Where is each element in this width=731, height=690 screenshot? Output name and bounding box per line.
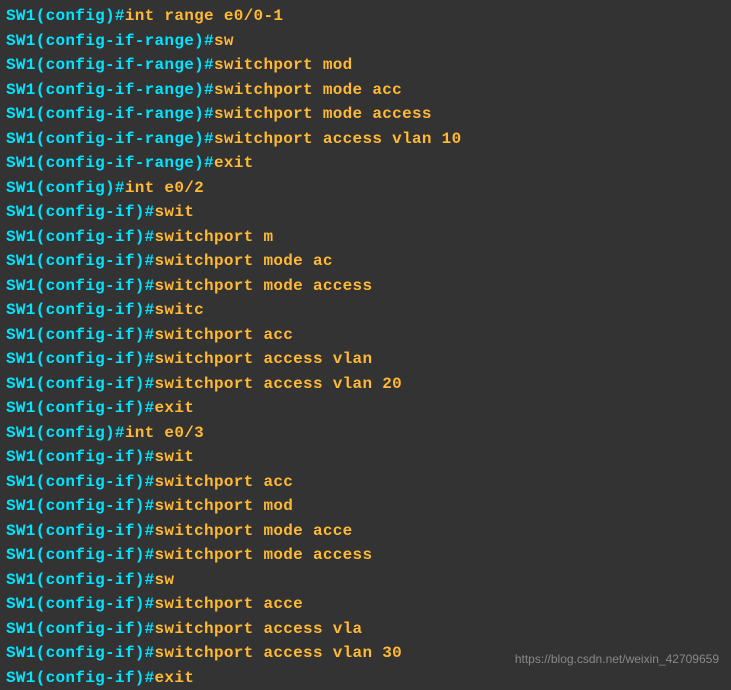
terminal-command: switchport access vlan 20 (155, 375, 403, 393)
terminal-line: SW1(config-if)#switchport mod (6, 494, 725, 519)
terminal-prompt: SW1(config-if)# (6, 277, 155, 295)
terminal-prompt: SW1(config-if)# (6, 473, 155, 491)
terminal-line: SW1(config)#int range e0/0-1 (6, 4, 725, 29)
terminal-prompt: SW1(config-if-range)# (6, 130, 214, 148)
terminal-line: SW1(config-if)#switchport mode ac (6, 249, 725, 274)
terminal-line: SW1(config)#int e0/3 (6, 421, 725, 446)
terminal-command: exit (155, 669, 195, 687)
terminal-command: int e0/3 (125, 424, 204, 442)
terminal-prompt: SW1(config-if-range)# (6, 56, 214, 74)
terminal-prompt: SW1(config-if)# (6, 399, 155, 417)
watermark-text: https://blog.csdn.net/weixin_42709659 (515, 652, 719, 666)
terminal-command: switchport access vla (155, 620, 363, 638)
terminal-line: SW1(config-if)#exit (6, 396, 725, 421)
terminal-command: switchport acc (155, 473, 294, 491)
terminal-command: switchport mode access (155, 546, 373, 564)
terminal-line: SW1(config-if)#exit (6, 666, 725, 690)
terminal-prompt: SW1(config-if-range)# (6, 81, 214, 99)
terminal-line: SW1(config-if)#swit (6, 200, 725, 225)
terminal-command: switchport mode access (214, 105, 432, 123)
terminal-command: switchport mod (214, 56, 353, 74)
terminal-prompt: SW1(config-if)# (6, 203, 155, 221)
terminal-output: SW1(config)#int range e0/0-1SW1(config-i… (6, 4, 725, 690)
terminal-line: SW1(config-if)#switchport acce (6, 592, 725, 617)
terminal-prompt: SW1(config-if)# (6, 375, 155, 393)
terminal-line: SW1(config-if)#switchport m (6, 225, 725, 250)
terminal-command: int e0/2 (125, 179, 204, 197)
terminal-line: SW1(config-if)#sw (6, 568, 725, 593)
terminal-prompt: SW1(config-if)# (6, 620, 155, 638)
terminal-prompt: SW1(config-if)# (6, 571, 155, 589)
terminal-line: SW1(config-if-range)#exit (6, 151, 725, 176)
terminal-command: sw (214, 32, 234, 50)
terminal-line: SW1(config-if)#switchport mode access (6, 274, 725, 299)
terminal-line: SW1(config-if)#switchport acc (6, 470, 725, 495)
terminal-command: switchport access vlan 10 (214, 130, 462, 148)
terminal-line: SW1(config-if)#switc (6, 298, 725, 323)
terminal-line: SW1(config-if)#switchport access vlan (6, 347, 725, 372)
terminal-prompt: SW1(config-if)# (6, 669, 155, 687)
terminal-line: SW1(config-if)#switchport mode acce (6, 519, 725, 544)
terminal-prompt: SW1(config-if)# (6, 497, 155, 515)
terminal-prompt: SW1(config)# (6, 424, 125, 442)
terminal-line: SW1(config-if-range)#sw (6, 29, 725, 54)
terminal-prompt: SW1(config-if)# (6, 644, 155, 662)
terminal-prompt: SW1(config-if)# (6, 252, 155, 270)
terminal-prompt: SW1(config-if)# (6, 326, 155, 344)
terminal-line: SW1(config-if)#swit (6, 445, 725, 470)
terminal-command: exit (214, 154, 254, 172)
terminal-line: SW1(config-if)#switchport acc (6, 323, 725, 348)
terminal-command: switchport m (155, 228, 274, 246)
terminal-prompt: SW1(config-if-range)# (6, 32, 214, 50)
terminal-command: sw (155, 571, 175, 589)
terminal-command: switchport acc (155, 326, 294, 344)
terminal-prompt: SW1(config-if)# (6, 448, 155, 466)
terminal-line: SW1(config-if-range)#switchport access v… (6, 127, 725, 152)
terminal-command: switchport access vlan 30 (155, 644, 403, 662)
terminal-line: SW1(config-if)#switchport mode access (6, 543, 725, 568)
terminal-prompt: SW1(config-if)# (6, 350, 155, 368)
terminal-line: SW1(config-if-range)#switchport mode acc (6, 78, 725, 103)
terminal-command: int range e0/0-1 (125, 7, 283, 25)
terminal-prompt: SW1(config)# (6, 7, 125, 25)
terminal-line: SW1(config-if)#switchport access vlan 20 (6, 372, 725, 397)
terminal-command: switchport mode access (155, 277, 373, 295)
terminal-command: switc (155, 301, 205, 319)
terminal-command: swit (155, 203, 195, 221)
terminal-line: SW1(config)#int e0/2 (6, 176, 725, 201)
terminal-line: SW1(config-if-range)#switchport mod (6, 53, 725, 78)
terminal-command: switchport mod (155, 497, 294, 515)
terminal-prompt: SW1(config-if)# (6, 522, 155, 540)
terminal-prompt: SW1(config)# (6, 179, 125, 197)
terminal-command: switchport access vlan (155, 350, 373, 368)
terminal-command: switchport mode acc (214, 81, 402, 99)
terminal-prompt: SW1(config-if)# (6, 595, 155, 613)
terminal-command: switchport mode ac (155, 252, 333, 270)
terminal-prompt: SW1(config-if-range)# (6, 105, 214, 123)
terminal-command: switchport acce (155, 595, 304, 613)
terminal-line: SW1(config-if)#switchport access vla (6, 617, 725, 642)
terminal-prompt: SW1(config-if)# (6, 228, 155, 246)
terminal-prompt: SW1(config-if)# (6, 301, 155, 319)
terminal-command: swit (155, 448, 195, 466)
terminal-line: SW1(config-if-range)#switchport mode acc… (6, 102, 725, 127)
terminal-command: switchport mode acce (155, 522, 353, 540)
terminal-command: exit (155, 399, 195, 417)
terminal-prompt: SW1(config-if)# (6, 546, 155, 564)
terminal-prompt: SW1(config-if-range)# (6, 154, 214, 172)
